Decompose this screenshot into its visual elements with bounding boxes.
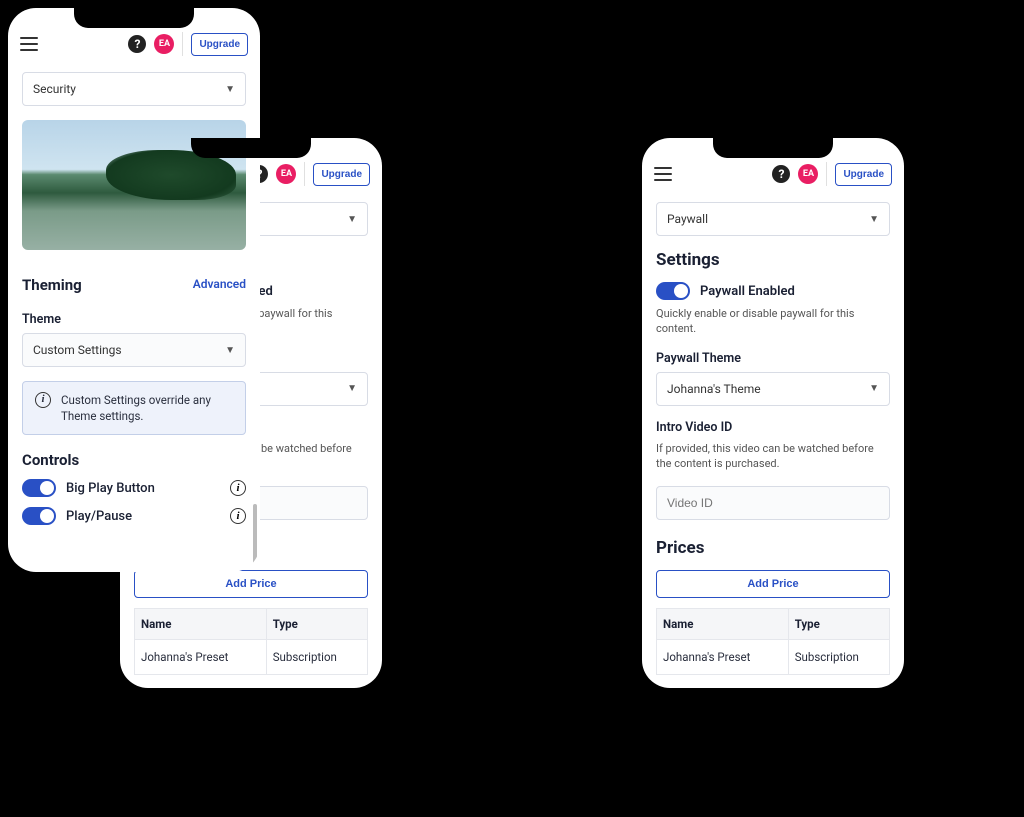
scrollbar[interactable] xyxy=(253,504,257,564)
add-price-button[interactable]: Add Price xyxy=(134,570,368,598)
topbar-right: ? EA Upgrade xyxy=(772,162,892,186)
topbar-right: ? EA Upgrade xyxy=(128,32,248,56)
cell-name: Johanna's Preset xyxy=(135,639,267,674)
intro-helper: If provided, this video can be watched b… xyxy=(656,441,890,472)
theme-dropdown[interactable]: Custom Settings ▼ xyxy=(22,333,246,367)
topbar: ? EA Upgrade xyxy=(642,152,904,196)
menu-icon[interactable] xyxy=(654,167,672,181)
prices-heading: Prices xyxy=(656,538,890,558)
prices-table: Name Type Johanna's Preset Subscription xyxy=(656,608,890,675)
cell-type: Subscription xyxy=(266,639,367,674)
play-pause-toggle[interactable] xyxy=(22,507,56,525)
help-icon[interactable]: ? xyxy=(128,35,146,53)
info-banner: i Custom Settings override any Theme set… xyxy=(22,381,246,435)
play-pause-label: Play/Pause xyxy=(66,509,132,524)
upgrade-button[interactable]: Upgrade xyxy=(313,163,370,186)
upgrade-button[interactable]: Upgrade xyxy=(191,33,248,56)
chevron-down-icon: ▼ xyxy=(869,383,879,394)
col-name[interactable]: Name xyxy=(135,608,267,639)
notch xyxy=(191,138,311,158)
big-play-label: Big Play Button xyxy=(66,481,155,496)
theme-label: Theme xyxy=(22,312,246,327)
info-icon[interactable]: i xyxy=(230,508,246,524)
video-id-input[interactable] xyxy=(656,486,890,520)
theme-dropdown[interactable]: Johanna's Theme ▼ xyxy=(656,372,890,406)
avatar[interactable]: EA xyxy=(154,34,174,54)
controls-heading: Controls xyxy=(22,451,246,469)
prices-table: Name Type Johanna's Preset Subscription xyxy=(134,608,368,675)
table-header-row: Name Type xyxy=(657,608,890,639)
divider xyxy=(304,162,305,186)
table-row[interactable]: Johanna's Preset Subscription xyxy=(657,639,890,674)
settings-heading: Settings xyxy=(656,250,890,270)
chevron-down-icon: ▼ xyxy=(225,84,235,95)
upgrade-button[interactable]: Upgrade xyxy=(835,163,892,186)
add-price-button[interactable]: Add Price xyxy=(656,570,890,598)
help-icon[interactable]: ? xyxy=(772,165,790,183)
page-dropdown[interactable]: Security ▼ xyxy=(22,72,246,106)
paywall-helper: Quickly enable or disable paywall for th… xyxy=(656,306,890,337)
col-type[interactable]: Type xyxy=(266,608,367,639)
cell-name: Johanna's Preset xyxy=(657,639,789,674)
chevron-down-icon: ▼ xyxy=(869,214,879,225)
chevron-down-icon: ▼ xyxy=(347,383,357,394)
col-type[interactable]: Type xyxy=(788,608,889,639)
col-name[interactable]: Name xyxy=(657,608,789,639)
theming-heading: Theming xyxy=(22,276,82,294)
chevron-down-icon: ▼ xyxy=(225,345,235,356)
intro-label: Intro Video ID xyxy=(656,420,890,435)
dropdown-value: Paywall xyxy=(667,212,708,226)
cell-type: Subscription xyxy=(788,639,889,674)
avatar[interactable]: EA xyxy=(276,164,296,184)
theme-value: Custom Settings xyxy=(33,343,122,357)
table-row[interactable]: Johanna's Preset Subscription xyxy=(135,639,368,674)
control-play-pause: Play/Pause i xyxy=(22,507,246,525)
notch xyxy=(713,138,833,158)
advanced-link[interactable]: Advanced xyxy=(193,277,246,291)
table-header-row: Name Type xyxy=(135,608,368,639)
phone-theming-center: ? EA Upgrade Security ▼ Theming Advanced… xyxy=(0,0,268,580)
big-play-toggle[interactable] xyxy=(22,479,56,497)
page-dropdown[interactable]: Paywall ▼ xyxy=(656,202,890,236)
theme-value: Johanna's Theme xyxy=(667,382,761,396)
avatar[interactable]: EA xyxy=(798,164,818,184)
chevron-down-icon: ▼ xyxy=(347,214,357,225)
paywall-toggle-label: Paywall Enabled xyxy=(700,284,795,299)
phone-paywall-right: ? EA Upgrade Paywall ▼ Settings Paywall … xyxy=(642,138,904,688)
info-icon: i xyxy=(35,392,51,408)
info-icon[interactable]: i xyxy=(230,480,246,496)
dropdown-value: Security xyxy=(33,82,76,96)
paywall-toggle[interactable] xyxy=(656,282,690,300)
topbar: ? EA Upgrade xyxy=(8,22,260,66)
control-big-play: Big Play Button i xyxy=(22,479,246,497)
theme-label: Paywall Theme xyxy=(656,351,890,366)
divider xyxy=(826,162,827,186)
notch xyxy=(74,8,194,28)
menu-icon[interactable] xyxy=(20,37,38,51)
topbar-right: ? EA Upgrade xyxy=(250,162,370,186)
info-text: Custom Settings override any Theme setti… xyxy=(61,392,233,424)
divider xyxy=(182,32,183,56)
